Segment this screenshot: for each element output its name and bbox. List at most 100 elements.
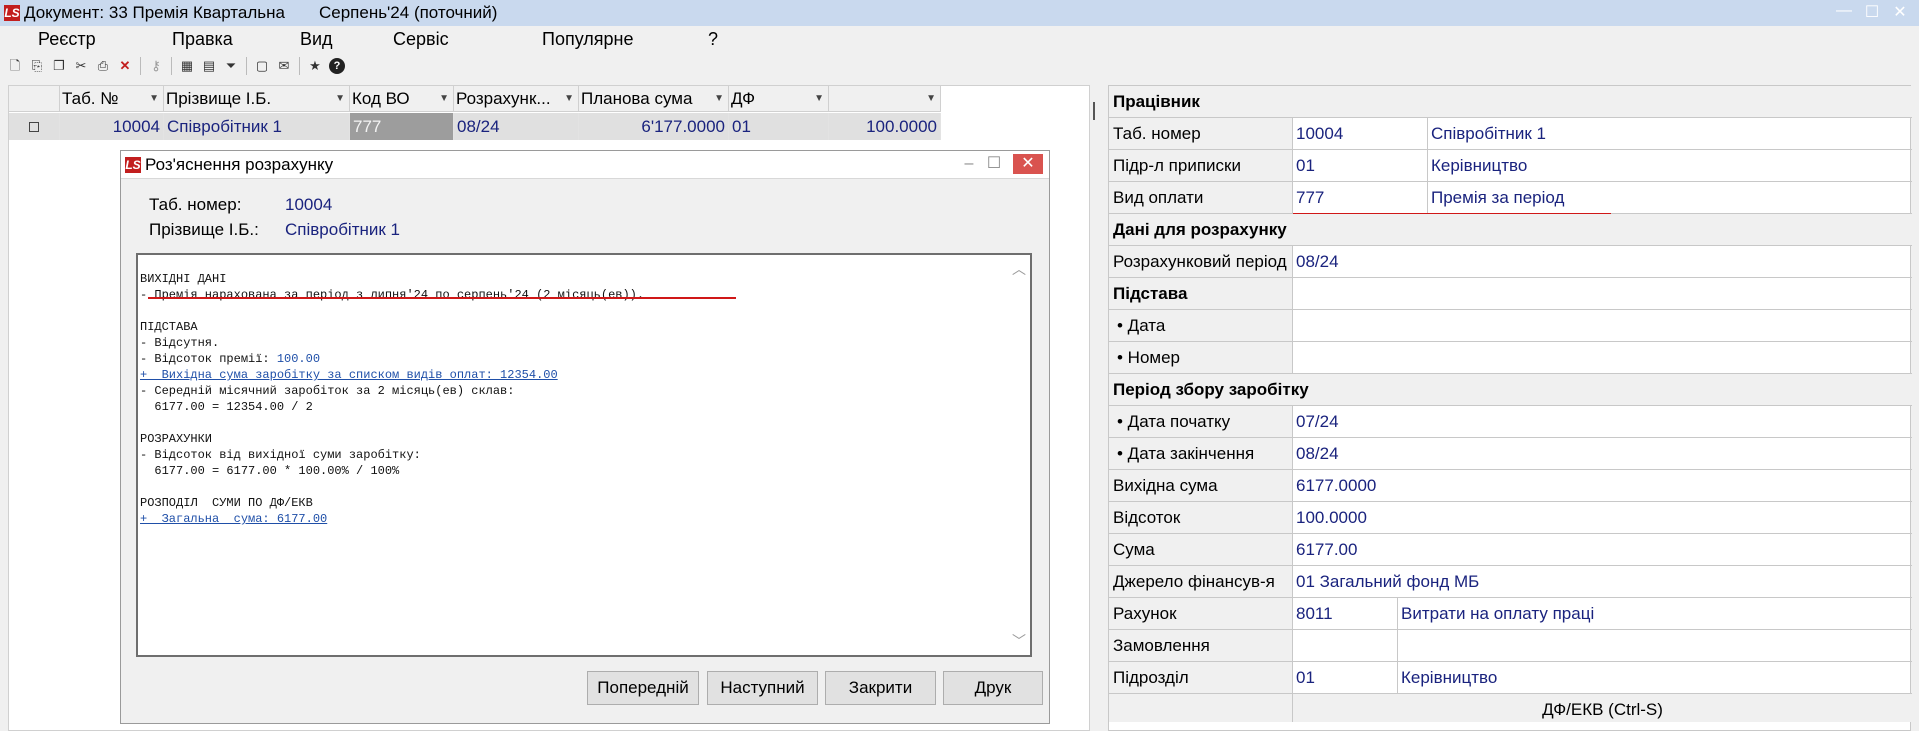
new-doc-icon[interactable]: 🗋 xyxy=(7,58,23,74)
row-checkbox[interactable] xyxy=(29,122,39,132)
mail-icon[interactable]: ✉ xyxy=(276,58,292,74)
dialog-titlebar[interactable]: LS Роз'яснення розрахунку xyxy=(121,151,1049,179)
basis-date-field[interactable] xyxy=(1293,310,1912,341)
prop-row-date: • Дата xyxy=(1109,310,1912,342)
unit-name-field[interactable]: Керівництво xyxy=(1398,662,1912,693)
key-icon[interactable]: ⚷ xyxy=(148,58,164,74)
dept-name-field[interactable]: Керівництво xyxy=(1428,150,1912,181)
close-button[interactable]: Закрити xyxy=(825,671,936,705)
order-code-field[interactable] xyxy=(1293,630,1398,661)
cut-icon[interactable]: ✂ xyxy=(73,58,89,74)
document-icon[interactable]: ▢ xyxy=(254,58,270,74)
copy-icon[interactable]: ❐ xyxy=(51,58,67,74)
menu-bar: Реєстр Правка Вид Сервіс Популярне ? xyxy=(0,26,1919,52)
unit-code-field[interactable]: 01 xyxy=(1293,662,1398,693)
sort-arrow-icon[interactable]: ▼ xyxy=(814,86,824,111)
sort-arrow-icon[interactable]: ▼ xyxy=(149,86,159,111)
prop-row-number: • Номер xyxy=(1109,342,1912,374)
cell-plan-sum[interactable]: 6'177.0000 xyxy=(579,113,729,140)
percent-field[interactable]: 100.0000 xyxy=(1293,502,1912,533)
explanation-textbox[interactable]: ВИХІДНІ ДАНІ - Премія нарахована за пері… xyxy=(136,253,1032,657)
menu-popular[interactable]: Популярне xyxy=(542,29,634,50)
base-sum-link[interactable]: + Вихідна сума заробітку за списком виді… xyxy=(140,368,558,382)
funding-source-field[interactable]: 01 Загальний фонд МБ xyxy=(1293,566,1912,597)
cell-period[interactable]: 08/24 xyxy=(454,113,579,140)
scroll-down-icon[interactable]: ﹀ xyxy=(1012,631,1026,651)
row-checkbox-cell[interactable] xyxy=(9,113,60,140)
period-title: Серпень'24 (поточний) xyxy=(318,3,498,22)
sort-arrow-icon[interactable]: ▼ xyxy=(714,86,724,111)
total-sum-link[interactable]: + Загальна сума: 6177.00 xyxy=(140,512,327,526)
account-code-field[interactable]: 8011 xyxy=(1293,598,1398,629)
dept-code-field[interactable]: 01 xyxy=(1293,150,1428,181)
help-icon[interactable]: ? xyxy=(329,58,345,74)
delete-icon[interactable]: ✕ xyxy=(117,58,133,74)
document-title: Документ: 33 Премія Квартальна xyxy=(24,3,285,22)
cell-tab[interactable]: 10004 xyxy=(60,113,164,140)
grid-header-code[interactable]: Код ВО ▼ xyxy=(350,86,454,112)
grid-header-df[interactable]: ДФ ▼ xyxy=(729,86,829,112)
section-basis: Підстава xyxy=(1109,278,1912,310)
app-logo-icon: LS xyxy=(4,5,20,21)
tab-code-field[interactable]: 10004 xyxy=(1293,118,1428,149)
maximize-icon[interactable]: ☐ xyxy=(984,154,1004,174)
menu-help[interactable]: ? xyxy=(708,29,718,50)
sum-field[interactable]: 6177.00 xyxy=(1293,534,1912,565)
sort-arrow-icon[interactable]: ▼ xyxy=(439,86,449,111)
prop-row-end: • Дата закінчення 08/24 xyxy=(1109,438,1912,470)
previous-button[interactable]: Попередній xyxy=(587,671,699,705)
menu-view[interactable]: Вид xyxy=(300,29,333,50)
sort-arrow-icon[interactable]: ▼ xyxy=(335,86,345,111)
cell-df[interactable]: 01 xyxy=(729,113,829,140)
base-sum-field[interactable]: 6177.0000 xyxy=(1293,470,1912,501)
new-folder-icon[interactable]: ⎘ xyxy=(29,58,45,74)
grid-header-select xyxy=(9,86,60,112)
table-icon[interactable]: ▦ xyxy=(179,58,195,74)
grid-header-plan-sum[interactable]: Планова сума ▼ xyxy=(579,86,729,112)
paytype-name-field[interactable]: Премія за період xyxy=(1428,182,1912,213)
grid-header-name[interactable]: Прізвище І.Б. ▼ xyxy=(164,86,350,112)
basis-field[interactable] xyxy=(1293,278,1912,309)
calc-icon[interactable]: ▤ xyxy=(201,58,217,74)
grid-header-amount[interactable]: ▼ xyxy=(829,86,941,112)
print-button[interactable]: Друк xyxy=(943,671,1043,705)
menu-registry[interactable]: Реєстр xyxy=(38,29,96,50)
section-collect-period: Період збору заробітку xyxy=(1109,374,1912,406)
calc-period-field[interactable]: 08/24 xyxy=(1293,246,1912,277)
grid-header-period[interactable]: Розрахунк... ▼ xyxy=(454,86,579,112)
maximize-icon[interactable]: ☐ xyxy=(1858,2,1886,22)
prop-row-base: Вихідна сума 6177.0000 xyxy=(1109,470,1912,502)
tab-number-row: Таб. номер: 10004 xyxy=(149,195,332,215)
cell-name[interactable]: Співробітник 1 xyxy=(164,113,350,140)
account-name-field[interactable]: Витрати на оплату праці xyxy=(1398,598,1912,629)
sort-arrow-icon[interactable]: ▼ xyxy=(926,86,936,111)
tab-name-field[interactable]: Співробітник 1 xyxy=(1428,118,1912,149)
table-row[interactable]: 10004 Співробітник 1 777 08/24 6'177.000… xyxy=(9,113,941,140)
period-line: - Премія нарахована за період з липня'24… xyxy=(140,288,645,302)
print-icon[interactable]: ⎙ xyxy=(95,58,111,74)
df-ekv-button[interactable]: ДФ/ЕКВ (Ctrl-S) xyxy=(1293,694,1912,722)
menu-edit[interactable]: Правка xyxy=(172,29,233,50)
sort-arrow-icon[interactable]: ▼ xyxy=(564,86,574,111)
next-button[interactable]: Наступний xyxy=(707,671,818,705)
start-date-field[interactable]: 07/24 xyxy=(1293,406,1912,437)
menu-service[interactable]: Сервіс xyxy=(393,29,449,50)
paytype-code-field[interactable]: 777 xyxy=(1293,182,1428,213)
minimize-icon[interactable]: — xyxy=(1830,2,1858,22)
scroll-up-icon[interactable]: ︿ xyxy=(1012,259,1026,279)
cell-amount[interactable]: 100.0000 xyxy=(829,113,941,140)
close-icon[interactable]: ✕ xyxy=(1886,2,1914,22)
end-date-field[interactable]: 08/24 xyxy=(1293,438,1912,469)
basis-number-field[interactable] xyxy=(1293,342,1912,373)
toolbar: 🗋 ⎘ ❐ ✂ ⎙ ✕ ⚷ ▦ ▤ ⏷ ▢ ✉ ★ ? xyxy=(0,52,1919,80)
app-logo-icon: LS xyxy=(125,156,141,173)
star-icon[interactable]: ★ xyxy=(307,58,323,74)
filter-icon[interactable]: ⏷ xyxy=(223,58,239,74)
cell-code[interactable]: 777 xyxy=(350,113,454,140)
minimize-icon[interactable]: – xyxy=(959,154,979,174)
prop-row-footer: ДФ/ЕКВ (Ctrl-S) xyxy=(1109,694,1912,722)
pane-splitter[interactable] xyxy=(1093,102,1095,120)
order-name-field[interactable] xyxy=(1398,630,1912,661)
grid-header-tab[interactable]: Таб. № ▼ xyxy=(60,86,164,112)
close-icon[interactable]: ✕ xyxy=(1013,154,1043,174)
